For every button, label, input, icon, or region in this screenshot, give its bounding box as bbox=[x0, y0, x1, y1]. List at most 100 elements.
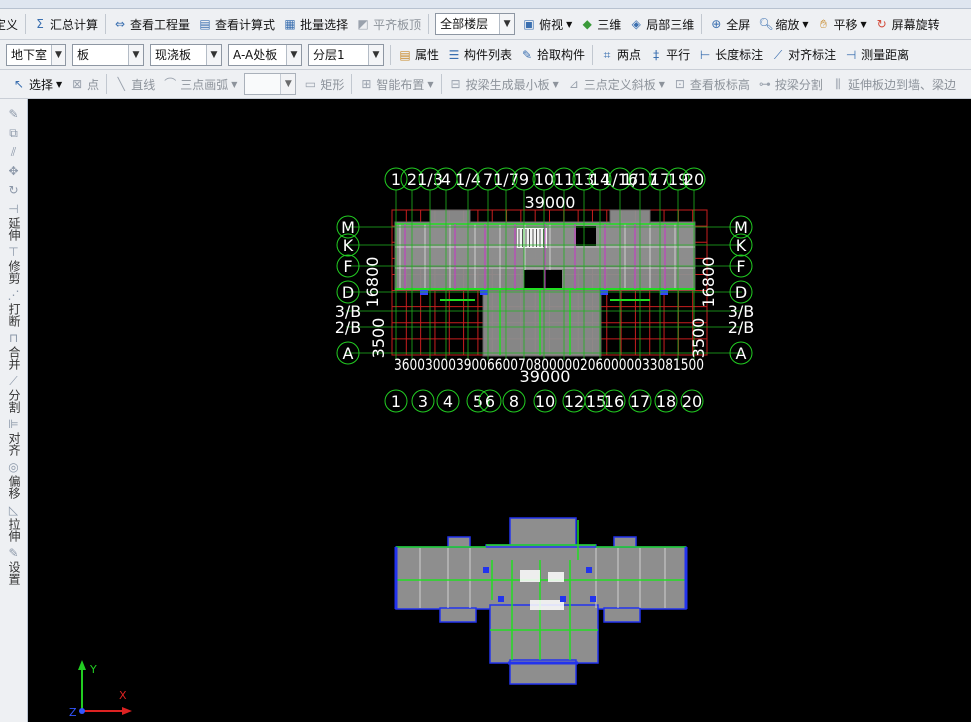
slab-region bbox=[439, 607, 477, 623]
smart-layout-icon: ⊞ bbox=[361, 77, 372, 91]
parallel-button[interactable]: ‡ 平行 bbox=[645, 44, 694, 66]
draw-toolbar: ↖ 选择 ▼ ⊠ 点 ╲ 直线 ⌒ 三点画弧 ▼ ▼ ▭ 矩形 ⊞ 智能布置 ▼ ⊟ 按梁生成最小板… bbox=[0, 70, 971, 99]
sidebar-item-extend[interactable]: ⊣ 延伸 bbox=[0, 202, 27, 241]
sidebar-item-move[interactable]: ✥ bbox=[0, 164, 27, 179]
define-button[interactable]: 定义 bbox=[0, 13, 22, 35]
left-dimension-2: 3500 bbox=[369, 318, 388, 359]
arc-icon: ⌒ bbox=[164, 77, 177, 91]
column bbox=[586, 567, 592, 573]
lower-floor-plan bbox=[394, 517, 688, 685]
top-dimension: 39000 bbox=[525, 193, 576, 212]
sidebar-item-settings[interactable]: ✎ 设置 bbox=[0, 546, 27, 585]
drawing-canvas[interactable]: 1 2 1/34 1/4 7 1/7 9 10 11 13141/161/171719201 3 4 5… bbox=[28, 99, 971, 722]
align-slab-top-button[interactable]: ◩ 平齐板顶 bbox=[352, 13, 425, 35]
slab-opening bbox=[576, 226, 596, 246]
axis-label: K bbox=[343, 236, 354, 255]
select-button[interactable]: ↖ 选择 ▼ bbox=[8, 73, 66, 95]
zoom-button[interactable]: 🔍︎ 缩放 ▼ bbox=[754, 13, 812, 35]
chevron-down-icon: ▼ bbox=[658, 79, 665, 89]
axis-label: 2/B bbox=[335, 318, 362, 337]
align-dimension-button[interactable]: ⟋ 对齐标注 bbox=[767, 44, 840, 66]
two-point-icon: ⌗ bbox=[603, 47, 611, 62]
component-name-select[interactable]: A-A处板 ▼ bbox=[228, 43, 302, 66]
pan-button[interactable]: ✋︎ 平移 ▼ bbox=[812, 13, 870, 35]
3d-view-button[interactable]: ◆ 三维 bbox=[576, 13, 625, 35]
local-3d-button[interactable]: ◈ 局部三维 bbox=[625, 13, 698, 35]
slab-type-select[interactable]: 现浇板 ▼ bbox=[150, 43, 222, 66]
smart-layout-button[interactable]: ⊞ 智能布置 ▼ bbox=[355, 73, 437, 95]
sidebar-item-merge[interactable]: ⊓ 合并 bbox=[0, 331, 27, 370]
floor-level-select[interactable]: 地下室 ▼ bbox=[6, 43, 66, 66]
point-button[interactable]: ⊠ 点 bbox=[66, 73, 103, 95]
slab-elevation-button[interactable]: ⊡ 查看板标高 bbox=[669, 73, 754, 95]
view-quantity-button[interactable]: ⇔ 查看工程量 bbox=[109, 13, 194, 35]
floor-select[interactable]: 全部楼层 ▼ bbox=[435, 13, 516, 35]
pick-icon: ✎ bbox=[522, 47, 533, 62]
y-axis-label: Y bbox=[89, 663, 97, 676]
chevron-down-icon: ▼ bbox=[499, 14, 515, 34]
sidebar-item-break[interactable]: ⋰ 打断 bbox=[0, 288, 27, 327]
chevron-down-icon: ▼ bbox=[128, 44, 143, 65]
axis-label: F bbox=[343, 257, 352, 276]
pick-component-button[interactable]: ✎ 拾取构件 bbox=[516, 44, 589, 66]
measure-distance-button[interactable]: ⊣ 测量距离 bbox=[840, 44, 913, 66]
sidebar-item-rotate[interactable]: ↻ bbox=[0, 183, 27, 198]
component-list-icon: ☰ bbox=[448, 47, 460, 62]
screen-rotate-button[interactable]: ↻ 屏幕旋转 bbox=[871, 13, 944, 35]
sidebar-item-draw[interactable]: ✎ bbox=[0, 107, 27, 122]
batch-select-button[interactable]: ▦ 批量选择 bbox=[279, 13, 352, 35]
column bbox=[590, 596, 596, 602]
top-view-button[interactable]: ▣ 俯视 ▼ bbox=[518, 13, 576, 35]
y-axis-arrow bbox=[78, 660, 86, 670]
summary-calc-button[interactable]: Σ 汇总计算 bbox=[29, 13, 102, 35]
axis-label: 1 bbox=[391, 392, 401, 411]
batch-select-icon: ▦ bbox=[284, 17, 296, 31]
axis-label: 10 bbox=[534, 170, 554, 189]
chevron-down-icon: ▼ bbox=[231, 79, 238, 89]
sidebar-item-mirror[interactable]: ⫽ bbox=[0, 145, 27, 160]
extend-slab-button[interactable]: ⫼ 延伸板边到墙、梁边 bbox=[827, 73, 960, 95]
split-by-beam-button[interactable]: ⊶ 按梁分割 bbox=[754, 73, 827, 95]
two-point-button[interactable]: ⌗ 两点 bbox=[596, 44, 645, 66]
beam-min-slab-button[interactable]: ⊟ 按梁生成最小板 ▼ bbox=[445, 73, 563, 95]
sidebar-item-stretch[interactable]: ◺ 拉伸 bbox=[0, 503, 27, 542]
point-icon: ⊠ bbox=[72, 77, 83, 91]
length-dimension-button[interactable]: ⊢ 长度标注 bbox=[694, 44, 767, 66]
slab-region bbox=[609, 209, 651, 225]
sidebar-item-trim[interactable]: ⊤ 修剪 bbox=[0, 245, 27, 284]
rectangle-button[interactable]: ▭ 矩形 bbox=[299, 73, 348, 95]
top-view-icon: ▣ bbox=[523, 17, 535, 31]
axis-label: 11 bbox=[554, 170, 574, 189]
line-button[interactable]: ╲ 直线 bbox=[110, 73, 159, 95]
arc-button[interactable]: ⌒ 三点画弧 ▼ bbox=[159, 73, 241, 95]
sidebar-item-offset[interactable]: ◎ 偏移 bbox=[0, 460, 27, 499]
axis-label: A bbox=[736, 344, 747, 363]
layer-select[interactable]: 分层1 ▼ bbox=[308, 43, 384, 66]
slab-elevation-icon: ⊡ bbox=[674, 77, 685, 91]
axis-label: 4 bbox=[441, 170, 451, 189]
component-type-select[interactable]: 板 ▼ bbox=[72, 43, 144, 66]
select-icon: ↖ bbox=[13, 77, 25, 91]
arc-option-select[interactable]: ▼ bbox=[244, 73, 297, 95]
sidebar-item-split[interactable]: ⟋ 分割 bbox=[0, 374, 27, 413]
chevron-down-icon: ▼ bbox=[566, 19, 573, 29]
view-formula-button[interactable]: ▤ 查看计算式 bbox=[194, 13, 279, 35]
slab-region bbox=[429, 209, 471, 225]
column bbox=[560, 596, 566, 602]
slope-slab-button[interactable]: ⊿ 三点定义斜板 ▼ bbox=[563, 73, 669, 95]
rotate-icon: ↻ bbox=[876, 17, 887, 31]
pan-icon: ✋︎ bbox=[820, 17, 827, 31]
separator bbox=[701, 14, 703, 34]
axis-label: 20 bbox=[682, 392, 702, 411]
column bbox=[483, 567, 489, 573]
axis-label: 18 bbox=[656, 392, 676, 411]
component-list-button[interactable]: ☰ 构件列表 bbox=[443, 44, 516, 66]
properties-button[interactable]: ▤ 属性 bbox=[394, 44, 443, 66]
axis-label: 12 bbox=[564, 392, 584, 411]
move-icon: ✥ bbox=[8, 164, 19, 178]
left-dimension: 16800 bbox=[363, 257, 382, 308]
fullscreen-button[interactable]: ⊕ 全屏 bbox=[705, 13, 754, 35]
sidebar-item-copy[interactable]: ⧉ bbox=[0, 126, 27, 141]
sidebar-item-align[interactable]: ⊫ 对齐 bbox=[0, 417, 27, 456]
chevron-down-icon: ▼ bbox=[51, 44, 65, 65]
